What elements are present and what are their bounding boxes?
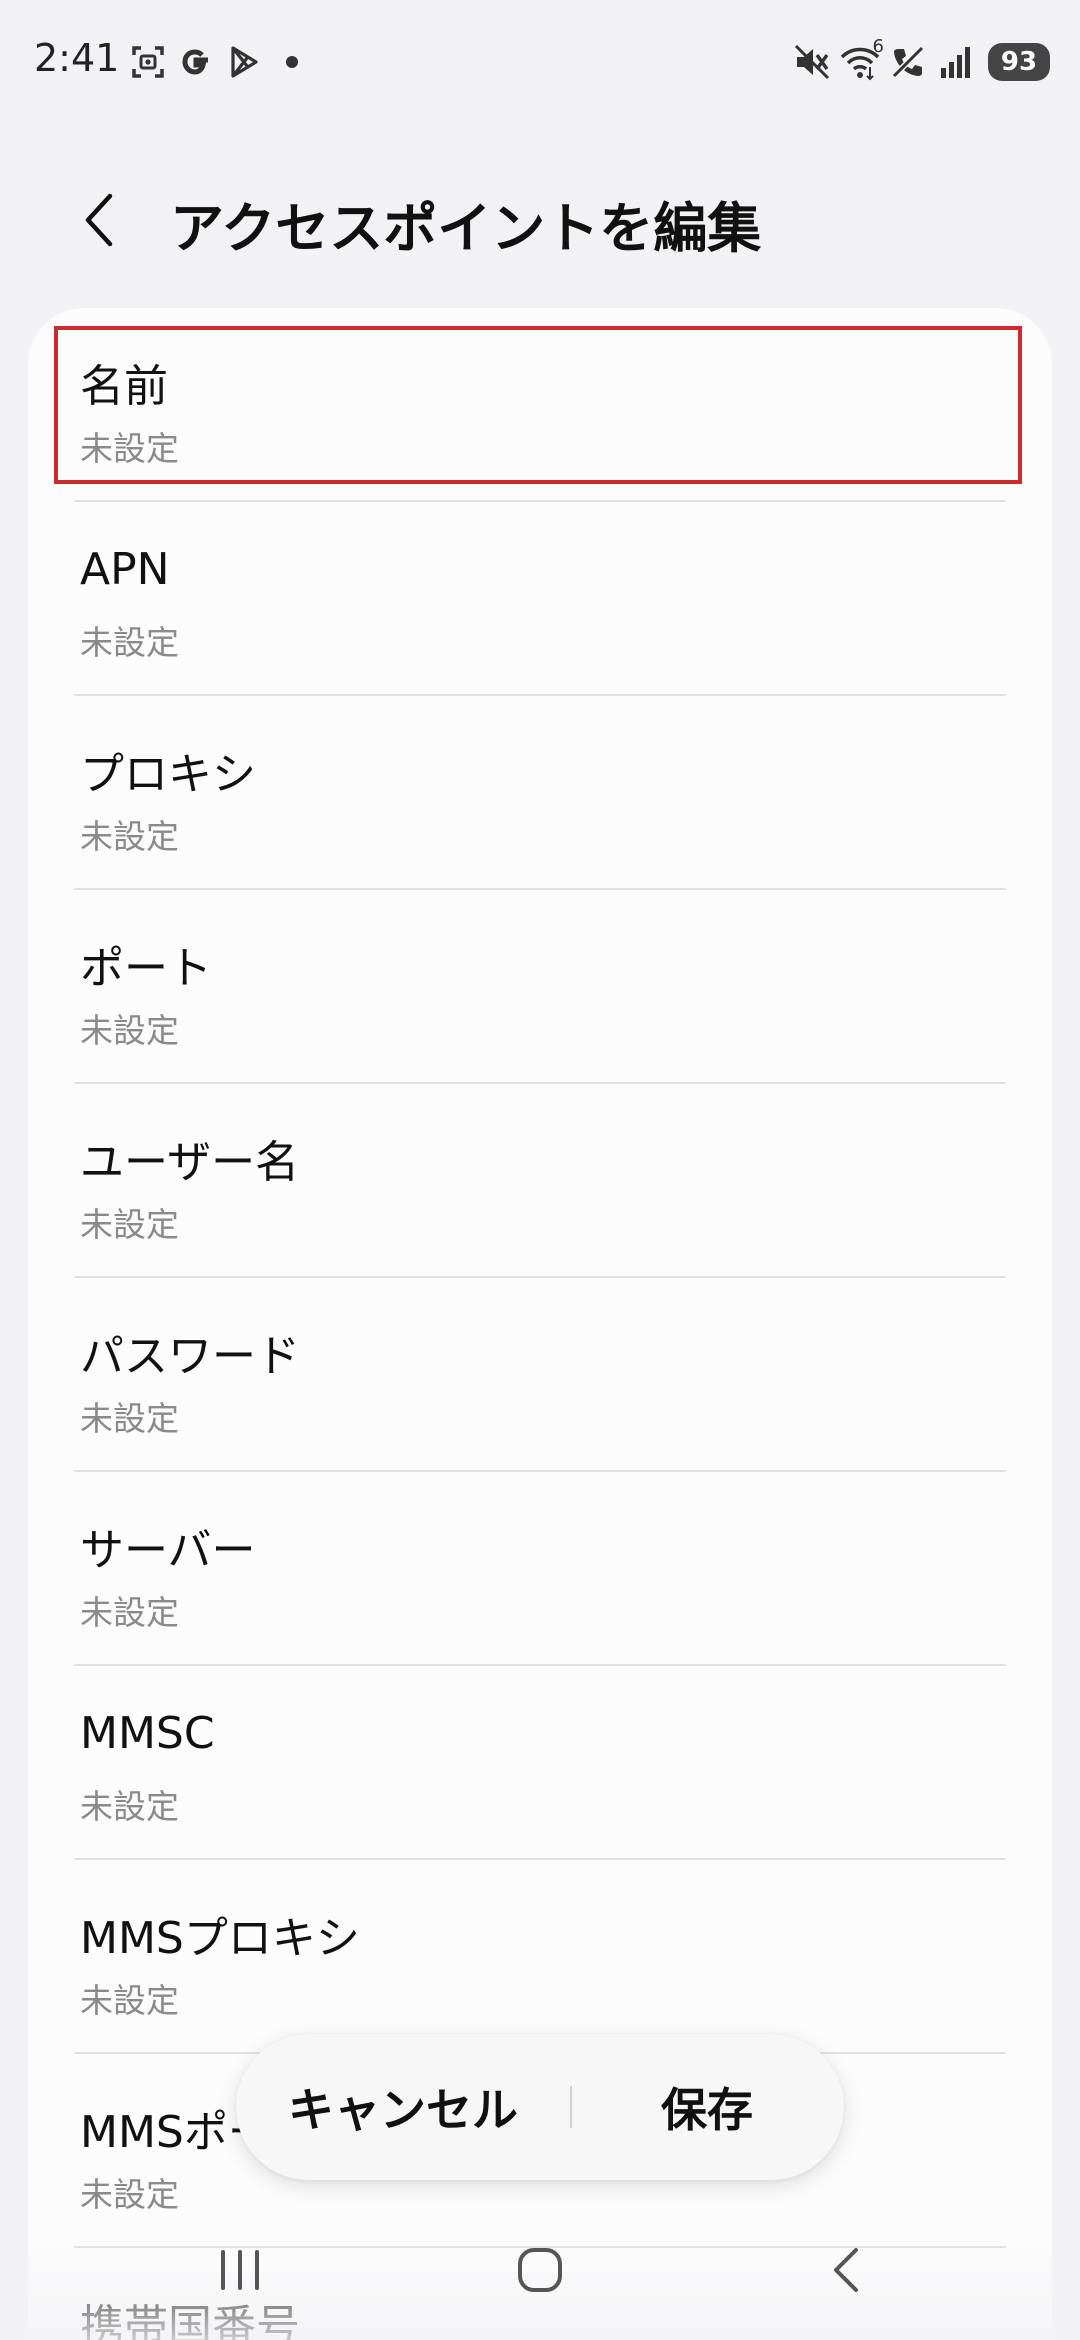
status-bar: 2:41 6 93 — [0, 0, 1080, 120]
navigation-bar — [0, 2200, 1080, 2340]
page-title: アクセスポイントを編集 — [170, 197, 762, 260]
list-item-value: 未設定 — [80, 1011, 179, 1050]
list-item[interactable]: APN 未設定 — [28, 502, 1052, 696]
list-item[interactable]: MMSC 未設定 — [28, 1666, 1052, 1860]
battery-indicator: 93 — [988, 43, 1050, 81]
home-icon — [518, 2248, 562, 2292]
list-item-value: 未設定 — [80, 1787, 179, 1826]
action-bar: キャンセル 保存 — [236, 2034, 844, 2180]
status-time: 2:41 — [34, 36, 120, 80]
app-bar: アクセスポイントを編集 — [0, 160, 1080, 280]
nav-back-button[interactable] — [786, 2220, 906, 2320]
signal-icon — [936, 42, 976, 82]
selection-highlight — [54, 326, 1022, 484]
call-off-icon — [888, 42, 928, 82]
back-icon — [834, 2248, 858, 2292]
list-item[interactable]: サーバー 未設定 — [28, 1472, 1052, 1666]
list-item[interactable]: プロキシ 未設定 — [28, 696, 1052, 890]
list-item-value: 未設定 — [80, 1205, 179, 1244]
notification-icons — [128, 40, 320, 84]
list-item[interactable]: パスワード 未設定 — [28, 1278, 1052, 1472]
recents-button[interactable] — [180, 2220, 300, 2320]
google-icon — [176, 42, 216, 82]
screenshot-icon — [128, 42, 168, 82]
list-item-label: サーバー — [80, 1525, 256, 1576]
cancel-button[interactable]: キャンセル — [236, 2034, 570, 2180]
app-screen: 2:41 6 93 アクセスポイントを編集 名前 未設定 APN 未設定 プロキ… — [0, 0, 1080, 2340]
wifi-icon: 6 — [840, 36, 884, 82]
list-item-value: 未設定 — [80, 429, 179, 468]
system-status-icons: 6 93 — [784, 36, 1050, 84]
list-item[interactable]: 名前 未設定 — [28, 308, 1052, 502]
list-item-label: MMSC — [80, 1708, 215, 1759]
dot-icon — [272, 42, 312, 82]
recents-icon — [221, 2250, 259, 2290]
list-item-value: 未設定 — [80, 817, 179, 856]
wifi-label: 6 — [872, 36, 884, 57]
list-item-value: 未設定 — [80, 1981, 179, 2020]
list-item-label: ユーザー名 — [80, 1137, 300, 1188]
list-item-label: APN — [80, 544, 170, 595]
chevron-left-icon — [85, 193, 113, 247]
list-item[interactable]: MMSプロキシ未設定 — [28, 1860, 1052, 2054]
list-item-label: ポート — [80, 943, 212, 994]
save-button[interactable]: 保存 — [570, 2034, 844, 2180]
back-button[interactable] — [60, 180, 140, 260]
list-item[interactable]: ポート 未設定 — [28, 890, 1052, 1084]
home-button[interactable] — [480, 2220, 600, 2320]
list-item-label: パスワード — [80, 1331, 300, 1382]
list-item-value: 未設定 — [80, 623, 179, 662]
list-item-value: 未設定 — [80, 1593, 179, 1632]
list-item-value: 未設定 — [80, 1399, 179, 1438]
list-item-label: MMSプロキシ — [80, 1913, 360, 1964]
mute-icon — [792, 42, 832, 82]
list-item-label: プロキシ — [80, 749, 256, 800]
play-store-icon — [224, 42, 264, 82]
list-item-label: 名前 — [80, 361, 168, 412]
list-item[interactable]: ユーザー名 未設定 — [28, 1084, 1052, 1278]
